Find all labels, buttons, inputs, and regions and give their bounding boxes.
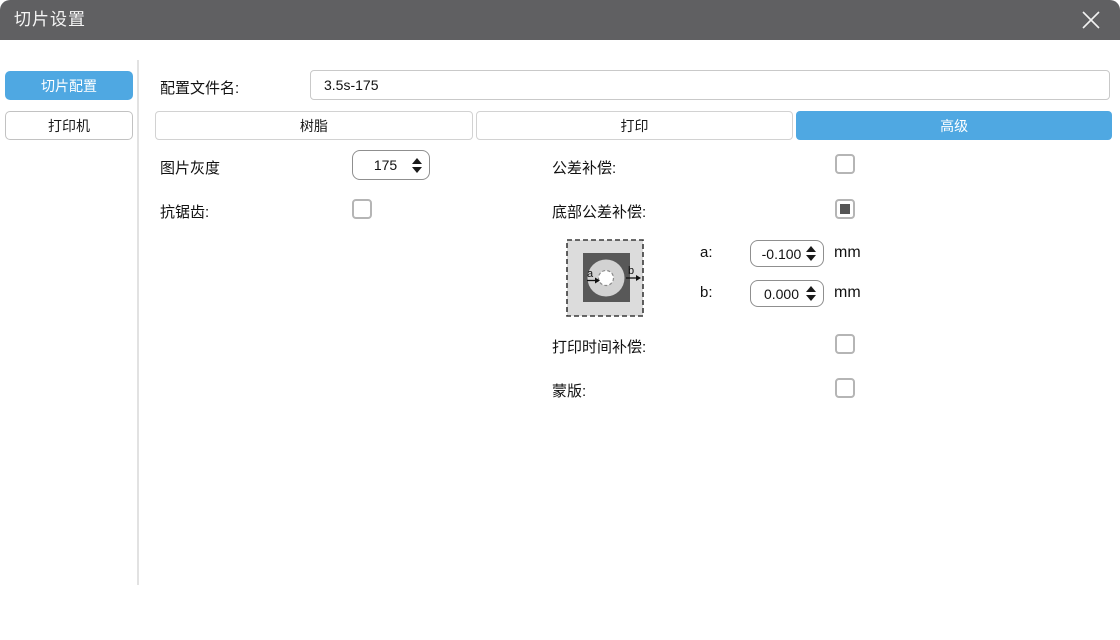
sidebar-item-label: 打印机 <box>48 116 90 136</box>
bottom-tolerance-comp-checkbox[interactable] <box>835 199 855 219</box>
profile-name-input[interactable] <box>310 70 1110 100</box>
a-field-value[interactable] <box>751 246 804 262</box>
tab-resin[interactable]: 树脂 <box>155 111 473 140</box>
mask-checkbox[interactable] <box>835 378 855 398</box>
a-field-unit: mm <box>834 244 861 262</box>
sidebar-item-label: 切片配置 <box>41 76 97 96</box>
sidebar-item-printer[interactable]: 打印机 <box>5 111 133 140</box>
tab-label: 高级 <box>940 116 968 136</box>
tab-label: 树脂 <box>300 116 328 136</box>
close-icon <box>1081 10 1101 30</box>
mask-label: 蒙版: <box>552 380 586 401</box>
tab-print[interactable]: 打印 <box>476 111 794 140</box>
slice-settings-dialog: 切片设置 切片配置 打印机 配置文件名: 树脂 打印 高级 图片灰度 <box>0 0 1120 640</box>
image-grayscale-spinner[interactable] <box>352 150 430 180</box>
a-field-spinner[interactable] <box>750 240 824 267</box>
bottom-tolerance-comp-label: 底部公差补偿: <box>552 201 646 222</box>
print-time-comp-label: 打印时间补偿: <box>552 336 646 357</box>
tolerance-comp-checkbox[interactable] <box>835 154 855 174</box>
spinner-arrows-icon[interactable] <box>804 246 823 261</box>
antialias-label: 抗锯齿: <box>160 201 209 222</box>
tab-label: 打印 <box>621 116 649 136</box>
sidebar-divider <box>137 60 139 585</box>
sidebar-item-slice-config[interactable]: 切片配置 <box>5 71 133 100</box>
b-field-value[interactable] <box>751 286 804 302</box>
image-grayscale-label: 图片灰度 <box>160 157 220 178</box>
a-field-label: a: <box>700 244 713 261</box>
b-field-spinner[interactable] <box>750 280 824 307</box>
spinner-arrows-icon[interactable] <box>804 286 823 301</box>
diagram-a-label: a <box>587 268 594 280</box>
tab-advanced[interactable]: 高级 <box>796 111 1112 140</box>
image-grayscale-value[interactable] <box>353 157 410 173</box>
b-field-label: b: <box>700 284 713 301</box>
titlebar: 切片设置 <box>0 0 1120 40</box>
spinner-arrows-icon[interactable] <box>410 158 429 173</box>
antialias-checkbox[interactable] <box>352 199 372 219</box>
diagram-b-label: b <box>628 265 634 277</box>
print-time-comp-checkbox[interactable] <box>835 334 855 354</box>
b-field-unit: mm <box>834 284 861 302</box>
settings-tabs: 树脂 打印 高级 <box>155 111 1112 140</box>
profile-name-label: 配置文件名: <box>160 77 239 98</box>
tolerance-comp-label: 公差补偿: <box>552 157 616 178</box>
close-button[interactable] <box>1078 7 1104 33</box>
tolerance-diagram-image: a b <box>566 239 644 317</box>
dialog-title: 切片设置 <box>14 0 86 40</box>
